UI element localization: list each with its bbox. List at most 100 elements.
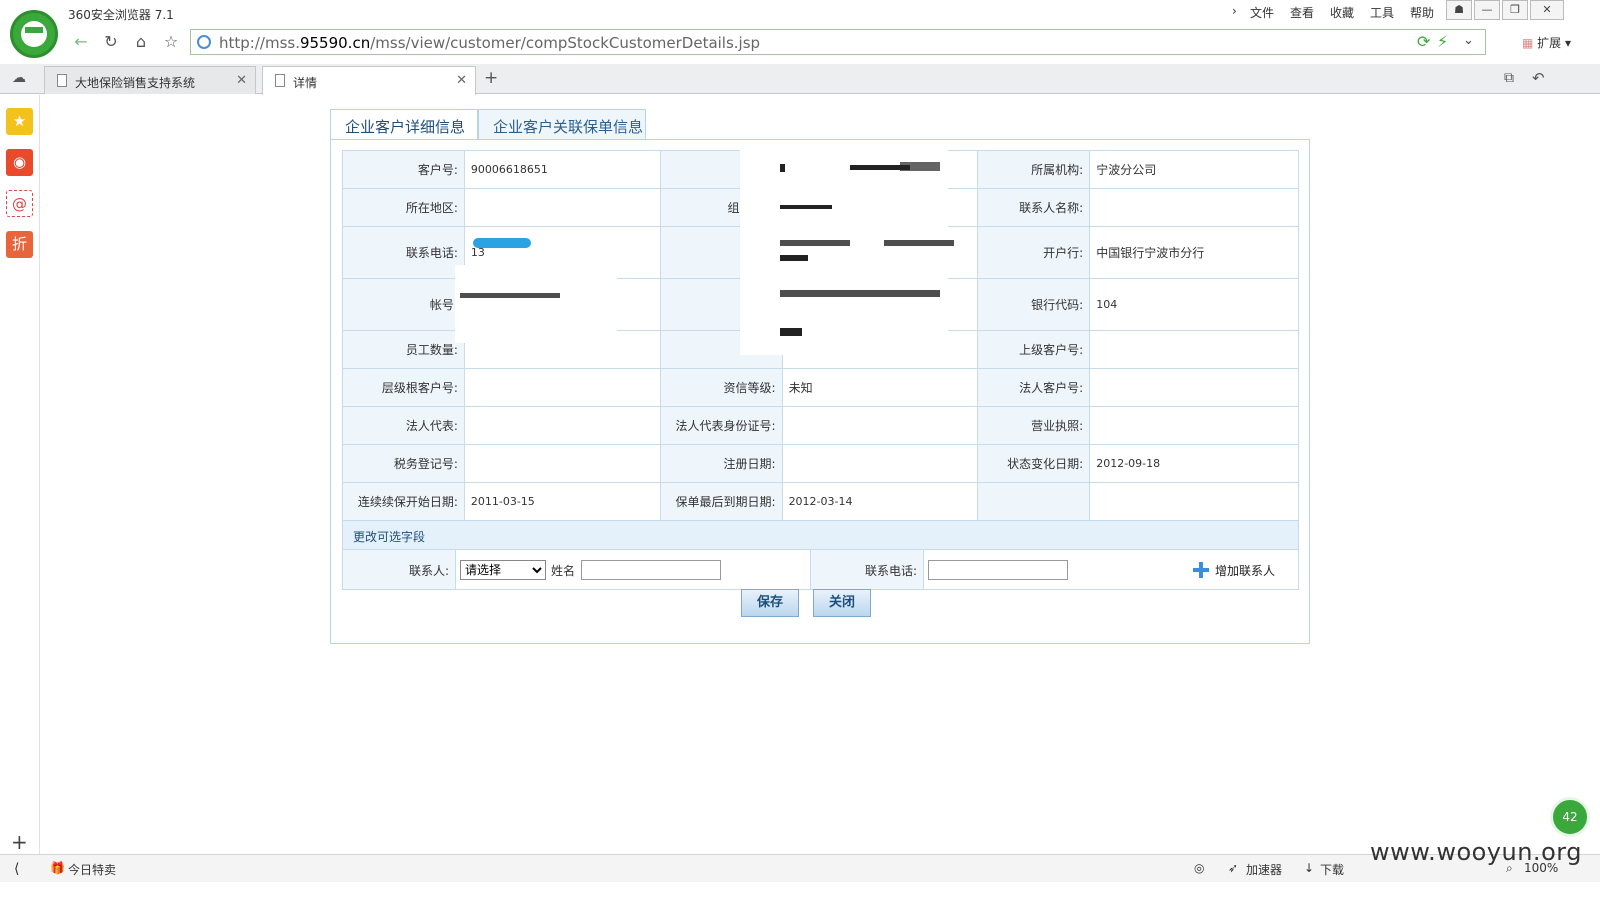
skin-icon[interactable]: ☗ — [1446, 0, 1472, 20]
field-value — [781, 444, 979, 483]
download-button[interactable]: 下载 — [1320, 861, 1344, 878]
star-icon[interactable]: ★ — [6, 108, 33, 135]
new-tab-icon[interactable]: + — [484, 68, 498, 88]
detail-row: 法人代表: 法人代表身份证号: 营业执照: — [342, 406, 1299, 445]
detail-row: 层级根客户号: 资信等级: 未知 法人客户号: — [342, 368, 1299, 407]
close-tab-icon[interactable]: ✕ — [236, 73, 247, 88]
detail-row: 连续续保开始日期: 2011-03-15 保单最后到期日期: 2012-03-14 — [342, 482, 1299, 521]
tab-list-icon[interactable]: ⧉ — [1504, 70, 1514, 86]
field-value — [1089, 188, 1299, 227]
add-icon[interactable] — [1193, 562, 1209, 578]
speed-badge[interactable]: 42 — [1550, 797, 1590, 837]
save-button[interactable]: 保存 — [741, 589, 799, 617]
field-label: 联系人名称: — [977, 188, 1091, 227]
field-label: 帐号: — [342, 278, 465, 331]
security-check-icon[interactable]: ⟳ — [1417, 32, 1430, 51]
field-label — [977, 482, 1091, 521]
field-label: 法人客户号: — [977, 368, 1091, 407]
watermark: www.wooyun.org — [1370, 838, 1582, 866]
add-sidebar-icon[interactable]: + — [11, 830, 28, 854]
globe-icon — [197, 35, 211, 49]
contact-row: 联系人: 请选择 姓名 联系电话: 增加联系人 — [342, 550, 1299, 590]
redaction-block — [740, 150, 948, 355]
browser-logo-icon[interactable] — [10, 10, 58, 58]
menu-file[interactable]: 文件 — [1250, 4, 1274, 21]
field-label: 注册日期: — [659, 444, 783, 483]
field-label: 税务登记号: — [342, 444, 465, 483]
mail-icon[interactable]: @ — [6, 190, 33, 217]
field-value — [463, 444, 661, 483]
field-value: 中国银行宁波市分行 — [1089, 226, 1299, 279]
contact-label: 联系人: — [343, 550, 455, 589]
tab-details[interactable]: 详情 ✕ — [262, 66, 476, 95]
field-label: 银行代码: — [977, 278, 1091, 331]
document-icon — [275, 74, 285, 87]
redaction-block — [455, 265, 617, 343]
tab-sales-system[interactable]: 大地保险销售支持系统 ✕ — [44, 66, 256, 94]
close-tab-icon[interactable]: ✕ — [456, 73, 467, 88]
dropdown-icon[interactable]: ⌄ — [1463, 33, 1474, 48]
document-icon — [57, 74, 67, 87]
close-button[interactable]: 关闭 — [813, 589, 871, 617]
title-bar: 360安全浏览器 7.1 › 文件 查看 收藏 工具 帮助 ☗ — ❐ ✕ — [0, 0, 1600, 26]
field-label: 资信等级: — [659, 368, 783, 407]
address-bar[interactable]: http://mss.95590.cn/mss/view/customer/co… — [190, 29, 1486, 55]
accelerator-button[interactable]: 加速器 — [1246, 861, 1282, 878]
field-label: 状态变化日期: — [977, 444, 1091, 483]
tab-strip: ☁ 大地保险销售支持系统 ✕ 详情 ✕ + ⧉ ↶ — [0, 64, 1600, 95]
today-deal-link[interactable]: 今日特卖 — [68, 861, 116, 878]
contact-type-select[interactable]: 请选择 — [460, 560, 546, 580]
field-value — [463, 406, 661, 445]
back-icon[interactable]: ← — [70, 30, 92, 54]
field-label: 员工数量: — [342, 330, 465, 369]
field-label: 上级客户号: — [977, 330, 1091, 369]
maximize-button[interactable]: ❐ — [1502, 0, 1528, 20]
field-label: 联系电话: — [342, 226, 465, 279]
close-window-button[interactable]: ✕ — [1530, 0, 1564, 20]
field-value: 2012-03-14 — [781, 482, 979, 521]
favorite-star-icon[interactable]: ☆ — [160, 30, 182, 54]
field-label: 开户行: — [977, 226, 1091, 279]
field-label: 所属机构: — [977, 150, 1091, 189]
url-text[interactable]: http://mss.95590.cn/mss/view/customer/co… — [219, 34, 760, 52]
discount-icon[interactable]: 折 — [6, 231, 33, 258]
refresh-icon[interactable]: ↻ — [100, 30, 122, 54]
add-contact-link[interactable]: 增加联系人 — [1215, 562, 1275, 579]
minimize-button[interactable]: — — [1474, 0, 1500, 20]
app-title: 360安全浏览器 7.1 — [68, 8, 174, 22]
menu-favorites[interactable]: 收藏 — [1330, 4, 1354, 21]
field-value — [1089, 406, 1299, 445]
field-value: 2011-03-15 — [463, 482, 661, 521]
extensions-button[interactable]: ▦ 扩展 ▾ — [1522, 34, 1571, 51]
collapse-sidebar-icon[interactable]: ⟨ — [14, 861, 19, 877]
optional-fields-header: 更改可选字段 — [342, 520, 1299, 550]
menu-tools[interactable]: 工具 — [1370, 4, 1394, 21]
field-value — [463, 368, 661, 407]
home-icon[interactable]: ⌂ — [130, 30, 152, 54]
compat-icon[interactable]: ◎ — [1194, 861, 1204, 875]
chevron-right-icon[interactable]: › — [1232, 4, 1237, 18]
weibo-icon[interactable]: ◉ — [6, 149, 33, 176]
menu-view[interactable]: 查看 — [1290, 4, 1314, 21]
status-bar: ⟨ 🎁 今日特卖 ◎ ➶ 加速器 ↓ 下载 ⌕ 100% — [0, 854, 1600, 882]
field-value — [781, 406, 979, 445]
menu-help[interactable]: 帮助 — [1410, 4, 1434, 21]
field-value: 104 — [1089, 278, 1299, 331]
tab-customer-details[interactable]: 企业客户详细信息 — [330, 109, 478, 140]
cloud-icon[interactable]: ☁ — [12, 70, 26, 86]
field-value — [1089, 482, 1299, 521]
contact-phone-input[interactable] — [928, 560, 1068, 580]
contact-phone-label: 联系电话: — [811, 550, 923, 589]
redaction-mark — [473, 238, 531, 248]
gift-icon: 🎁 — [50, 861, 65, 875]
field-value — [1089, 330, 1299, 369]
field-value: 未知 — [781, 368, 979, 407]
rocket-icon: ➶ — [1228, 861, 1239, 875]
contact-name-input[interactable] — [581, 560, 721, 580]
field-label: 所在地区: — [342, 188, 465, 227]
field-label: 层级根客户号: — [342, 368, 465, 407]
undo-close-icon[interactable]: ↶ — [1532, 69, 1545, 87]
speed-icon[interactable]: ⚡ — [1437, 32, 1448, 51]
sidebar: ★ ◉ @ 折 + — [0, 95, 40, 875]
tab-related-policies[interactable]: 企业客户关联保单信息 — [478, 109, 646, 139]
